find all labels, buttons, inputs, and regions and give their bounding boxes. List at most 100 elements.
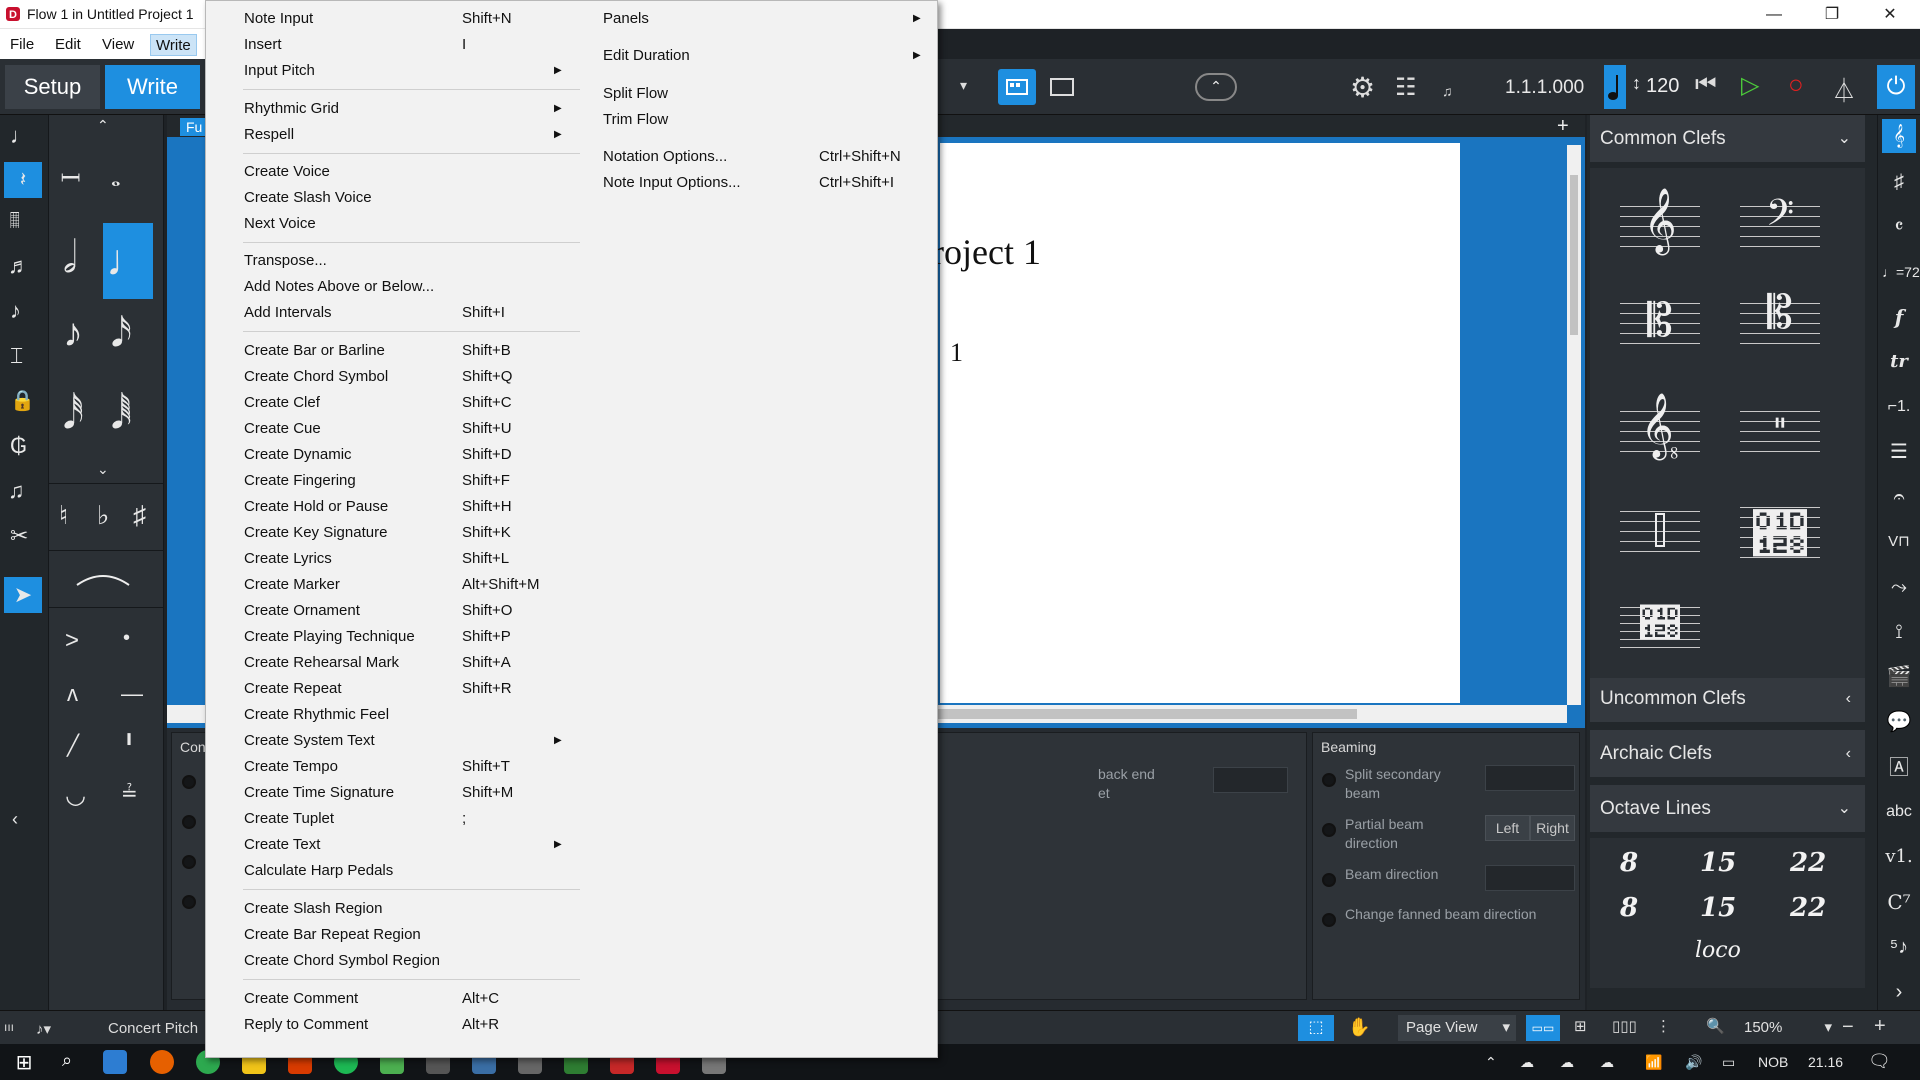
menu-item-create-voice[interactable]: Create Voice: [206, 159, 536, 185]
marcato-icon[interactable]: ʌ: [67, 681, 78, 707]
vertical-scrollbar[interactable]: [1567, 145, 1581, 705]
chevron-down-icon[interactable]: ▾: [960, 77, 967, 94]
zoom-select[interactable]: 150% ▾: [1736, 1015, 1838, 1041]
tempo-icon[interactable]: ♩=72: [1882, 255, 1920, 289]
play-icon[interactable]: ▷: [1741, 71, 1759, 100]
hand-tool-icon[interactable]: ✋: [1348, 1017, 1370, 1038]
key-signature-icon[interactable]: ♯: [1882, 165, 1916, 199]
lyrics-icon[interactable]: abc: [1882, 795, 1916, 829]
chord-symbol-icon[interactable]: C⁷: [1882, 885, 1916, 919]
octave-8vb[interactable]: 8: [1620, 893, 1638, 923]
dynamics-icon[interactable]: f: [1882, 300, 1916, 334]
thirty-second-note-icon[interactable]: 𝅘𝅥𝅰: [63, 393, 84, 438]
property-toggle[interactable]: [182, 775, 196, 789]
notifications-icon[interactable]: 🗨: [1868, 1051, 1891, 1072]
comment-icon[interactable]: 💬: [1882, 705, 1916, 739]
menu-item-create-playing-technique[interactable]: Create Playing Technique Shift+P: [206, 624, 536, 650]
menu-item-note-input[interactable]: Note Input Shift+N: [206, 6, 536, 32]
video-reel-icon[interactable]: ⚙: [1350, 71, 1375, 104]
octave-lines-header[interactable]: Octave Lines ⌄: [1590, 785, 1865, 832]
menu-item-create-slash-region[interactable]: Create Slash Region: [206, 896, 536, 922]
fermata-icon[interactable]: 𝄐: [1882, 480, 1916, 514]
menu-write[interactable]: Write: [150, 34, 197, 56]
sixty-fourth-note-icon[interactable]: 𝅘𝅥𝅱: [111, 393, 132, 438]
score-page[interactable]: roject 1 1: [932, 143, 1460, 703]
mixer-icon[interactable]: ☷: [1395, 73, 1417, 102]
alto-clef-icon[interactable]: 𝄡: [1620, 293, 1700, 363]
property-field[interactable]: [1213, 767, 1288, 793]
octave-15ma[interactable]: 15: [1700, 848, 1736, 878]
spread-view-icon[interactable]: ▭▭: [1526, 1015, 1560, 1041]
grid-view-icon[interactable]: ⊞: [1574, 1017, 1587, 1035]
menu-item-create-rehearsal-mark[interactable]: Create Rehearsal Mark Shift+A: [206, 650, 536, 676]
menu-item-reply-to-comment[interactable]: Reply to Comment Alt+R: [206, 1012, 536, 1038]
split-secondary-beam-toggle[interactable]: [1322, 773, 1336, 787]
treble-8vb-clef-icon[interactable]: 𝄠: [1620, 393, 1700, 463]
breve-icon[interactable]: 𝄩: [61, 165, 80, 193]
menu-item-create-chord-symbol[interactable]: Create Chord Symbol Shift+Q: [206, 364, 536, 390]
half-note-icon[interactable]: 𝅗𝅥: [63, 233, 77, 283]
single-line-clef-icon[interactable]: [1620, 493, 1700, 563]
zoom-in-icon[interactable]: +: [1874, 1015, 1886, 1038]
wifi-icon[interactable]: 📶: [1645, 1054, 1662, 1071]
harp-pedal-icon[interactable]: ⟟: [1882, 615, 1916, 649]
repeat-endings-icon[interactable]: ⌐1.: [1882, 390, 1916, 424]
stress-icon[interactable]: ╱: [67, 733, 79, 758]
menu-item-create-rhythmic-feel[interactable]: Create Rhythmic Feel: [206, 702, 536, 728]
menu-item-create-key-signature[interactable]: Create Key Signature Shift+K: [206, 520, 536, 546]
collapse-zone-icon[interactable]: ⌃: [1195, 73, 1237, 101]
record-icon[interactable]: ○: [1788, 69, 1804, 100]
chord-icon[interactable]: ♫: [8, 478, 25, 504]
staccato-icon[interactable]: •: [123, 627, 130, 650]
menu-item-trim-flow[interactable]: Trim Flow: [603, 107, 943, 133]
tremolo-icon[interactable]: 𝄝: [10, 208, 20, 234]
menu-item-insert[interactable]: Insert I: [206, 32, 536, 58]
octave-15mb[interactable]: 15: [1700, 893, 1736, 923]
power-icon[interactable]: ⏻: [1877, 65, 1915, 109]
menu-item-edit-duration[interactable]: Edit Duration ▶: [603, 43, 943, 69]
scissors-icon[interactable]: ✂: [10, 523, 28, 549]
menu-item-notation-options[interactable]: Notation Options... Ctrl+Shift+N: [603, 144, 943, 170]
clock[interactable]: 21.16: [1808, 1054, 1843, 1070]
sharp-icon[interactable]: ♯: [133, 500, 146, 531]
octave-22ma[interactable]: 22: [1790, 848, 1826, 878]
minimize-button[interactable]: —: [1745, 0, 1803, 29]
menu-item-create-system-text[interactable]: Create System Text ▶: [206, 728, 562, 754]
time-signature-icon[interactable]: 𝄴: [1882, 210, 1916, 244]
lock-icon[interactable]: 🔒: [10, 388, 35, 413]
menu-item-create-bar-or-barline[interactable]: Create Bar or Barline Shift+B: [206, 338, 536, 364]
partial-beam-direction-toggle[interactable]: [1322, 823, 1336, 837]
menu-item-panels[interactable]: Panels ▶: [603, 6, 943, 32]
menu-item-create-text[interactable]: Create Text ▶: [206, 832, 562, 858]
scroll-up-icon[interactable]: ⌃: [97, 117, 109, 134]
chevron-up-icon[interactable]: ⌃: [1485, 1054, 1497, 1071]
tab-write[interactable]: Write: [105, 65, 200, 109]
menu-item-create-bar-repeat-region[interactable]: Create Bar Repeat Region: [206, 922, 536, 948]
menu-item-create-chord-symbol-region[interactable]: Create Chord Symbol Region: [206, 948, 536, 974]
lines-icon[interactable]: ⤳: [1882, 570, 1916, 604]
verse-icon[interactable]: v1.: [1882, 840, 1916, 874]
menu-item-create-clef[interactable]: Create Clef Shift+C: [206, 390, 536, 416]
property-toggle[interactable]: [182, 815, 196, 829]
scroll-down-icon[interactable]: ⌄: [97, 461, 109, 478]
quarter-note-tool-icon[interactable]: ♩: [103, 223, 153, 299]
galley-view-icon[interactable]: [998, 69, 1036, 105]
tab-setup[interactable]: Setup: [5, 65, 100, 109]
menu-item-create-dynamic[interactable]: Create Dynamic Shift+D: [206, 442, 536, 468]
tenor-clef-icon[interactable]: 𝄡: [1740, 285, 1820, 363]
collapse-right-icon[interactable]: ›: [1882, 975, 1916, 1009]
natural-icon[interactable]: ♮: [59, 500, 68, 531]
eighth-note-icon[interactable]: ♪: [63, 311, 83, 356]
menu-item-create-time-signature[interactable]: Create Time Signature Shift+M: [206, 780, 536, 806]
menu-item-create-ornament[interactable]: Create Ornament Shift+O: [206, 598, 536, 624]
volume-icon[interactable]: 🔊: [1685, 1054, 1702, 1071]
menu-item-create-comment[interactable]: Create Comment Alt+C: [206, 986, 536, 1012]
rehearsal-clapper-icon[interactable]: 🎬: [1882, 660, 1916, 694]
archaic-clefs-header[interactable]: Archaic Clefs ‹: [1590, 730, 1865, 777]
ornaments-icon[interactable]: tr: [1882, 345, 1916, 379]
menu-item-rhythmic-grid[interactable]: Rhythmic Grid ▶: [206, 96, 562, 122]
pitch-icon[interactable]: ₲: [10, 433, 27, 459]
menu-item-create-repeat[interactable]: Create Repeat Shift+R: [206, 676, 536, 702]
firefox-app-icon[interactable]: [150, 1050, 174, 1074]
concert-pitch-toggle[interactable]: Concert Pitch: [108, 1020, 198, 1037]
